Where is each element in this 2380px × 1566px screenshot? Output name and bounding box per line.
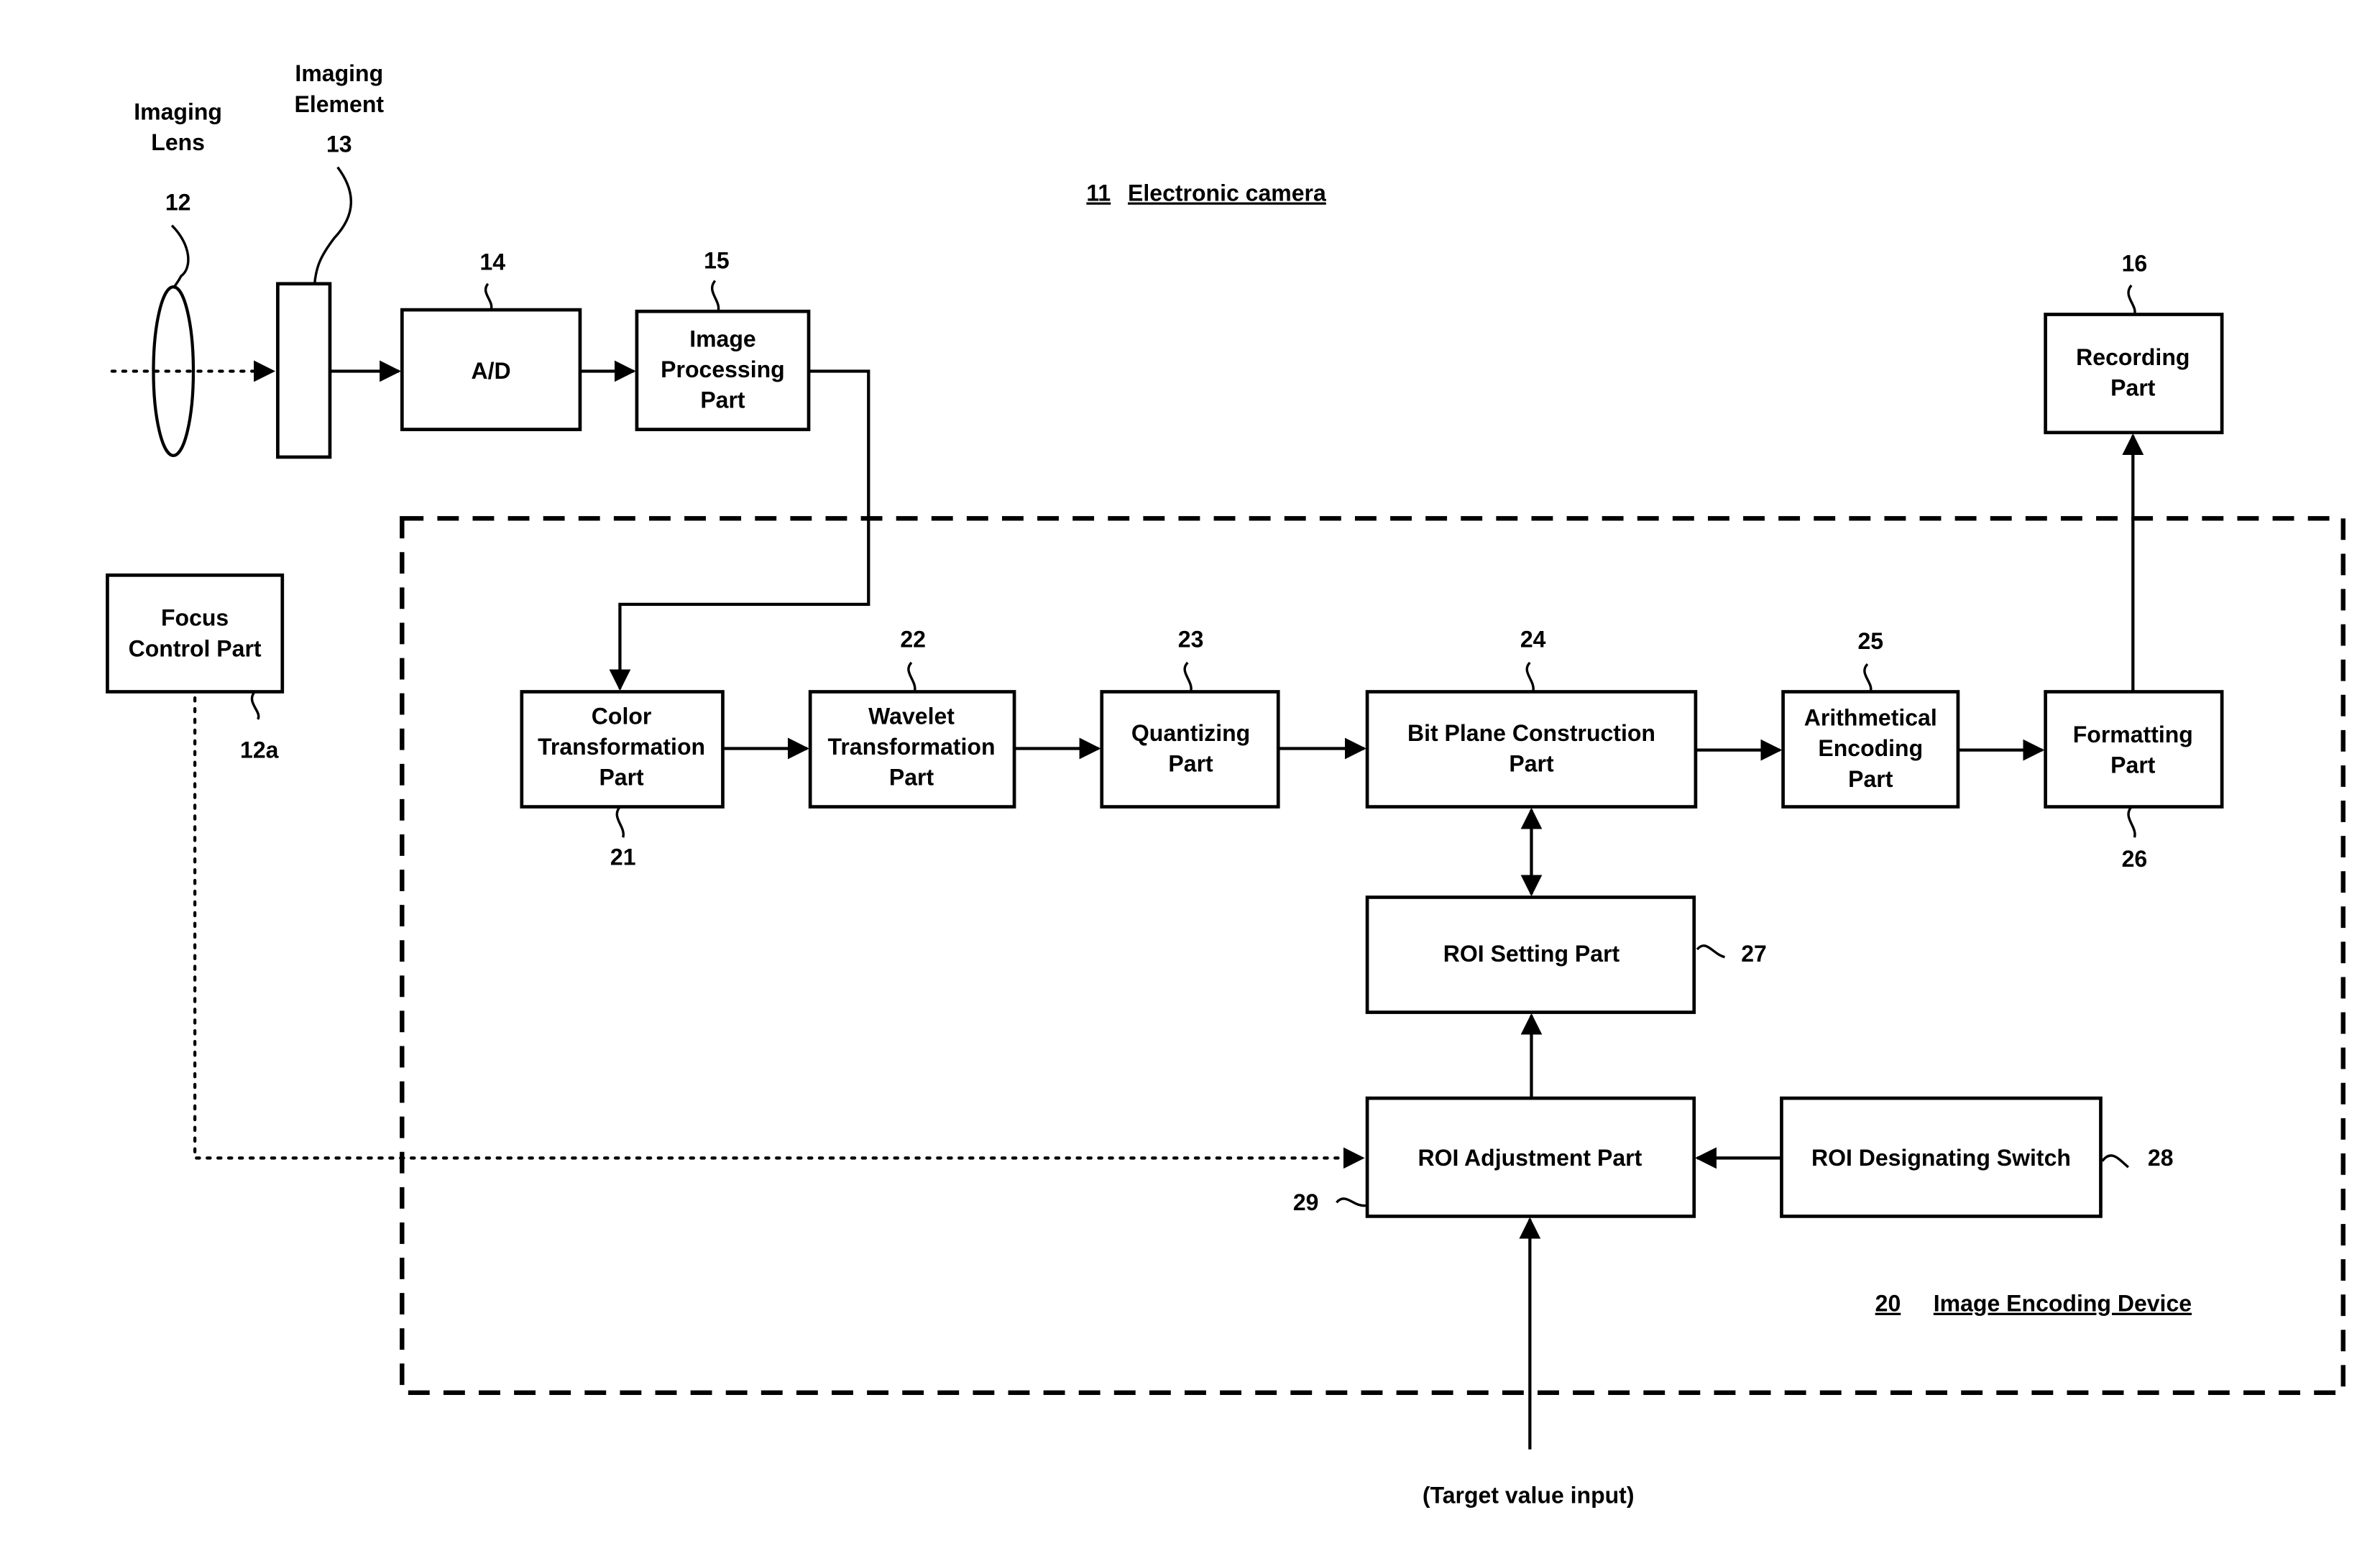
bit-plane-leader <box>1525 661 1535 692</box>
imaging-element <box>276 282 332 459</box>
color-line3: Part <box>599 765 644 791</box>
ad-block[interactable]: A/D <box>400 308 582 431</box>
encoder-title: 20 Image Encoding Device <box>1875 1291 2192 1317</box>
bit-plane-number: 24 <box>1520 627 1546 653</box>
image-processing-block[interactable]: Image Processing Part <box>635 309 811 431</box>
quantizing-leader <box>1183 661 1193 692</box>
formatting-line1: Formatting <box>2073 722 2193 747</box>
camera-label: Electronic camera <box>1128 180 1326 206</box>
bit-plane-line2: Part <box>1509 750 1554 776</box>
recording-leader <box>2127 284 2136 315</box>
quantizing-line2: Part <box>1168 750 1213 776</box>
quantizing-block[interactable]: Quantizing Part <box>1100 690 1280 809</box>
arith-number: 25 <box>1857 628 1883 654</box>
camera-number: 11 <box>1086 180 1111 206</box>
block-diagram: 11 Electronic camera 20 Image Encoding D… <box>106 60 2345 1509</box>
quantizing-line1: Quantizing <box>1131 720 1250 746</box>
image-processing-line3: Part <box>700 387 745 413</box>
wavelet-transformation-block[interactable]: Wavelet Transformation Part <box>808 690 1016 809</box>
image-processing-line2: Processing <box>661 356 785 382</box>
roi-adjustment-number: 29 <box>1293 1189 1319 1215</box>
roi-adjustment-label: ROI Adjustment Part <box>1418 1145 1642 1171</box>
roi-setting-number: 27 <box>1741 941 1767 967</box>
element-number: 13 <box>326 131 352 157</box>
roi-adjustment-leader <box>1336 1197 1366 1207</box>
color-number: 21 <box>610 844 636 870</box>
element-label-line2: Element <box>295 91 385 117</box>
arith-line3: Part <box>1848 766 1893 792</box>
color-leader <box>615 806 625 838</box>
roi-designating-switch-block[interactable]: ROI Designating Switch <box>1780 1096 2103 1218</box>
image-processing-number: 15 <box>704 247 730 273</box>
camera-title: 11 Electronic camera <box>1086 180 1326 206</box>
quantizing-number: 23 <box>1178 627 1204 653</box>
recording-block[interactable]: Recording Part <box>2044 313 2224 435</box>
formatting-line2: Part <box>2110 752 2156 778</box>
image-processing-line1: Image <box>689 326 755 351</box>
wavelet-line2: Transformation <box>828 734 996 760</box>
wavelet-leader <box>907 661 916 692</box>
roi-setting-leader <box>1696 944 1726 959</box>
bit-plane-line1: Bit Plane Construction <box>1407 720 1655 746</box>
encoder-number: 20 <box>1875 1291 1901 1317</box>
roi-switch-leader <box>2101 1154 2129 1169</box>
lens-label-line2: Lens <box>151 129 205 155</box>
roi-setting-label: ROI Setting Part <box>1443 941 1620 967</box>
roi-switch-label: ROI Designating Switch <box>1811 1145 2071 1171</box>
element-label-line1: Imaging <box>295 60 383 86</box>
arithmetical-encoding-block[interactable]: Arithmetical Encoding Part <box>1781 690 1960 809</box>
recording-line1: Recording <box>2076 344 2190 370</box>
arith-leader <box>1863 663 1873 693</box>
lens-label-line1: Imaging <box>134 98 222 124</box>
lens-number: 12 <box>165 189 191 215</box>
ad-leader <box>484 282 493 310</box>
target-value-input-label: (Target value input) <box>1423 1483 1635 1509</box>
roi-setting-block[interactable]: ROI Setting Part <box>1365 895 1696 1014</box>
focus-line1: Focus <box>161 605 229 631</box>
focus-leader <box>250 691 260 720</box>
color-line2: Transformation <box>538 734 705 760</box>
focus-line2: Control Part <box>129 635 262 661</box>
color-line1: Color <box>592 703 652 729</box>
arith-line2: Encoding <box>1818 735 1923 761</box>
focus-control-block[interactable]: Focus Control Part <box>106 573 285 694</box>
lens-leader <box>170 224 190 290</box>
formatting-leader <box>2127 806 2136 838</box>
color-transformation-block[interactable]: Color Transformation Part <box>520 690 725 809</box>
wavelet-line1: Wavelet <box>868 703 955 729</box>
wavelet-number: 22 <box>900 627 926 653</box>
formatting-number: 26 <box>2122 846 2148 872</box>
recording-number: 16 <box>2122 251 2148 277</box>
arith-line1: Arithmetical <box>1804 704 1937 730</box>
formatting-block[interactable]: Formatting Part <box>2044 690 2224 809</box>
focus-number: 12a <box>240 737 279 763</box>
ad-number: 14 <box>479 249 505 275</box>
encoder-label: Image Encoding Device <box>1934 1291 2192 1317</box>
roi-switch-number: 28 <box>2148 1145 2174 1171</box>
ad-label: A/D <box>472 358 511 384</box>
image-processing-leader <box>710 280 720 312</box>
recording-line2: Part <box>2110 375 2156 401</box>
wavelet-line3: Part <box>889 765 934 791</box>
element-leader <box>313 166 353 284</box>
bit-plane-block[interactable]: Bit Plane Construction Part <box>1365 690 1698 809</box>
roi-adjustment-block[interactable]: ROI Adjustment Part <box>1365 1096 1696 1218</box>
